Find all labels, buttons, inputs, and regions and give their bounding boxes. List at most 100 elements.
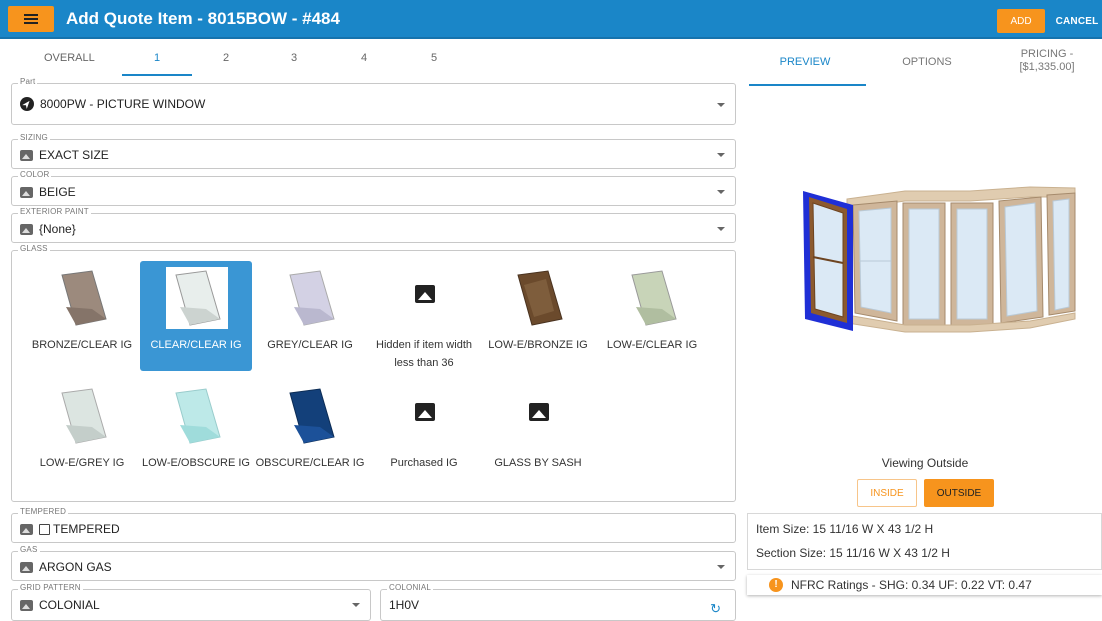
glass-option-lowe-clear[interactable]: LOW-E/CLEAR IG bbox=[596, 261, 708, 371]
chevron-down-icon bbox=[717, 153, 725, 157]
image-placeholder-icon bbox=[415, 403, 435, 421]
color-label: COLOR bbox=[18, 170, 52, 180]
section-tabs: OVERALL 1 2 3 4 5 bbox=[0, 40, 744, 78]
color-select[interactable]: COLOR BEIGE bbox=[11, 170, 736, 206]
grid-pattern-select[interactable]: GRID PATTERN COLONIAL bbox=[11, 583, 371, 621]
image-placeholder-icon bbox=[529, 403, 549, 421]
hamburger-icon bbox=[24, 18, 38, 20]
image-icon bbox=[20, 149, 33, 161]
glass-option-label: LOW-E/BRONZE IG bbox=[488, 339, 588, 351]
add-button[interactable]: ADD bbox=[997, 9, 1045, 33]
image-placeholder-icon bbox=[415, 285, 435, 303]
glass-option-clear-clear[interactable]: CLEAR/CLEAR IG bbox=[140, 261, 252, 371]
outside-view-button[interactable]: OUTSIDE bbox=[924, 479, 994, 507]
top-bar: Add Quote Item - 8015BOW - #484 ADD CANC… bbox=[0, 0, 1102, 39]
tempered-label: TEMPERED bbox=[18, 507, 69, 517]
glass-option-purchased[interactable]: Purchased IG bbox=[368, 379, 480, 489]
chevron-down-icon bbox=[717, 565, 725, 569]
gas-select[interactable]: GAS ARGON GAS bbox=[11, 545, 736, 581]
glass-option-grey-clear[interactable]: GREY/CLEAR IG bbox=[254, 261, 366, 371]
page-title: Add Quote Item - 8015BOW - #484 bbox=[66, 9, 340, 28]
part-select[interactable]: Part 8000PW - PICTURE WINDOW bbox=[11, 77, 736, 125]
lowe-bronze-glass-swatch bbox=[517, 270, 563, 326]
glass-option-hidden[interactable]: Hidden if item width less than 36 bbox=[368, 261, 480, 371]
glass-option-obscure-clear[interactable]: OBSCURE/CLEAR IG bbox=[254, 379, 366, 489]
viewing-status: Viewing Outside bbox=[881, 456, 969, 470]
gas-value: ARGON GAS bbox=[39, 560, 112, 574]
glass-option-lowe-grey[interactable]: LOW-E/GREY IG bbox=[26, 379, 138, 489]
glass-option-bronze-clear[interactable]: BRONZE/CLEAR IG bbox=[26, 261, 138, 371]
sizing-label: SIZING bbox=[18, 133, 50, 143]
image-icon bbox=[20, 561, 33, 573]
cancel-button[interactable]: CANCEL bbox=[1052, 9, 1102, 33]
glass-option-label: CLEAR/CLEAR IG bbox=[150, 339, 242, 351]
glass-option-lowe-obscure[interactable]: LOW-E/OBSCURE IG bbox=[140, 379, 252, 489]
glass-option-lowe-bronze[interactable]: LOW-E/BRONZE IG bbox=[482, 261, 594, 371]
tab-section-1[interactable]: 1 bbox=[147, 52, 167, 64]
tab-overall[interactable]: OVERALL bbox=[44, 52, 95, 64]
obscure-glass-swatch bbox=[289, 388, 335, 444]
inside-view-button[interactable]: INSIDE bbox=[857, 479, 917, 507]
glass-option-by-sash[interactable]: GLASS BY SASH bbox=[482, 379, 594, 489]
colonial-value: 1H0V bbox=[389, 598, 420, 612]
tab-section-2[interactable]: 2 bbox=[216, 52, 236, 64]
clear-glass-swatch bbox=[166, 267, 228, 329]
tempered-field: TEMPERED TEMPERED bbox=[11, 507, 736, 543]
exterior-paint-select[interactable]: EXTERIOR PAINT {None} bbox=[11, 207, 736, 243]
image-icon bbox=[20, 223, 33, 235]
colonial-label: COLONIAL bbox=[387, 583, 434, 593]
glass-option-label: Hidden if item width less than 36 bbox=[376, 339, 472, 369]
exterior-paint-label: EXTERIOR PAINT bbox=[18, 207, 91, 217]
tab-options[interactable]: OPTIONS bbox=[887, 56, 967, 68]
info-icon: ! bbox=[769, 578, 783, 592]
grid-pattern-label: GRID PATTERN bbox=[18, 583, 83, 593]
lowe-grey-glass-swatch bbox=[61, 388, 107, 444]
gas-label: GAS bbox=[18, 545, 40, 555]
tempered-value: TEMPERED bbox=[53, 522, 120, 536]
section-size: Section Size: 15 11/16 W X 43 1/2 H bbox=[756, 546, 950, 560]
glass-option-label: GREY/CLEAR IG bbox=[267, 339, 353, 351]
tab-section-3[interactable]: 3 bbox=[284, 52, 304, 64]
glass-option-label: LOW-E/OBSCURE IG bbox=[142, 457, 250, 469]
sizing-select[interactable]: SIZING EXACT SIZE bbox=[11, 133, 736, 169]
chevron-down-icon bbox=[717, 190, 725, 194]
lowe-clear-glass-swatch bbox=[631, 270, 677, 326]
chevron-down-icon bbox=[717, 227, 725, 231]
size-info: Item Size: 15 11/16 W X 43 1/2 H Section… bbox=[747, 513, 1102, 570]
part-label: Part bbox=[18, 77, 38, 87]
item-size: Item Size: 15 11/16 W X 43 1/2 H bbox=[756, 522, 934, 536]
glass-option-label: BRONZE/CLEAR IG bbox=[31, 339, 133, 351]
glass-selector: GLASS BRONZE/CLEAR IG CLEAR/CLEAR IG GRE… bbox=[11, 244, 736, 502]
tempered-checkbox[interactable] bbox=[39, 523, 50, 535]
window-preview-image bbox=[803, 186, 1076, 333]
color-value: BEIGE bbox=[39, 185, 76, 199]
tab-section-5[interactable]: 5 bbox=[424, 52, 444, 64]
nfrc-ratings: ! NFRC Ratings - SHG: 0.34 UF: 0.22 VT: … bbox=[747, 575, 1102, 595]
tab-preview[interactable]: PREVIEW bbox=[769, 56, 841, 68]
bronze-glass-swatch bbox=[61, 270, 107, 326]
active-preview-tab-indicator bbox=[749, 84, 866, 86]
part-value: 8000PW - PICTURE WINDOW bbox=[40, 97, 206, 111]
image-icon bbox=[20, 599, 33, 611]
glass-option-label: Purchased IG bbox=[390, 457, 458, 469]
glass-option-label: OBSCURE/CLEAR IG bbox=[255, 457, 365, 469]
image-icon bbox=[20, 186, 33, 198]
colonial-input[interactable]: COLONIAL 1H0V ↻ bbox=[380, 583, 736, 621]
chevron-down-icon bbox=[352, 603, 360, 607]
sizing-value: EXACT SIZE bbox=[39, 148, 109, 162]
tab-section-4[interactable]: 4 bbox=[354, 52, 374, 64]
glass-label: GLASS bbox=[18, 244, 50, 254]
preview-tabs: PREVIEW OPTIONS PRICING - [$1,335.00] bbox=[747, 40, 1102, 86]
tab-pricing[interactable]: PRICING - [$1,335.00] bbox=[1005, 48, 1089, 74]
grid-pattern-value: COLONIAL bbox=[39, 598, 100, 612]
active-tab-indicator bbox=[122, 74, 192, 76]
grey-glass-swatch bbox=[289, 270, 335, 326]
glass-option-label: LOW-E/GREY IG bbox=[39, 457, 125, 469]
chevron-down-icon bbox=[717, 103, 725, 107]
nfrc-text: NFRC Ratings - SHG: 0.34 UF: 0.22 VT: 0.… bbox=[791, 578, 1032, 592]
image-icon bbox=[20, 523, 33, 535]
refresh-icon[interactable]: ↻ bbox=[710, 601, 721, 617]
compass-icon bbox=[20, 97, 34, 111]
menu-button[interactable] bbox=[8, 6, 54, 32]
lowe-obscure-glass-swatch bbox=[175, 388, 221, 444]
